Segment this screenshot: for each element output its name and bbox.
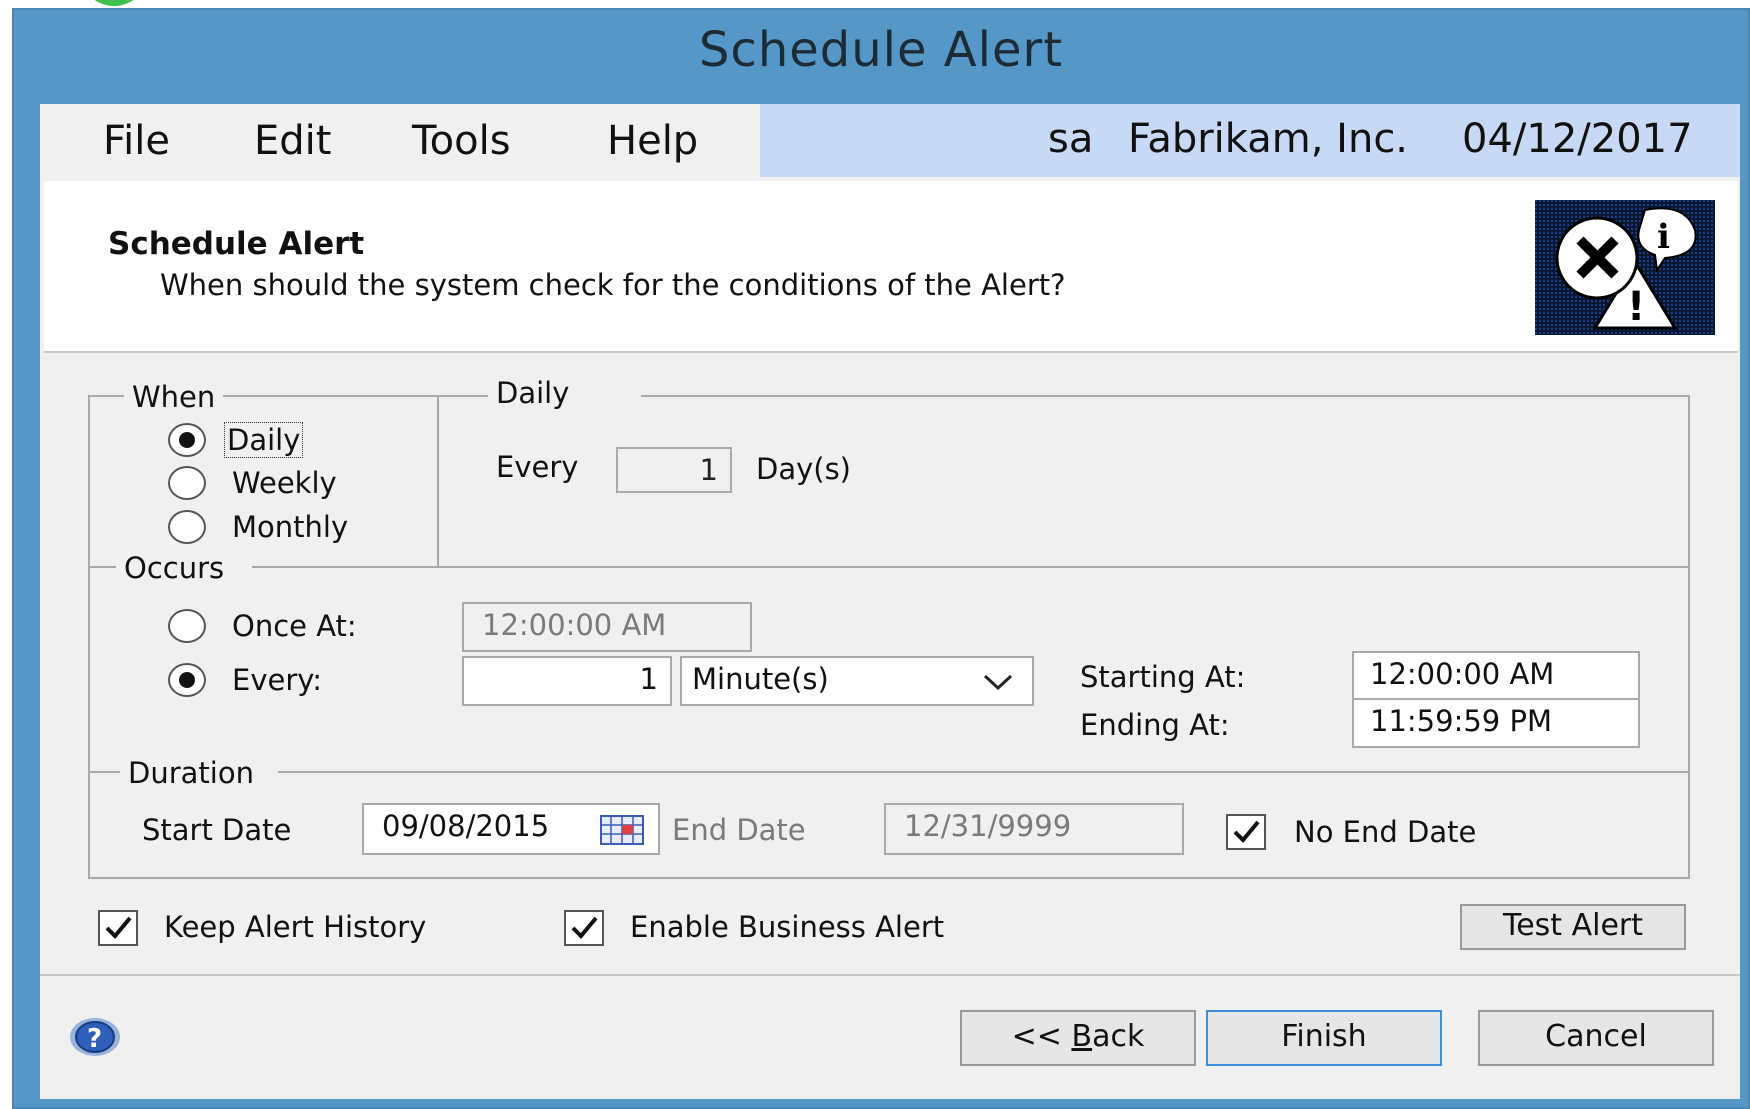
starting-at-field[interactable]: 12:00:00 AM <box>1352 651 1640 701</box>
status-user: sa <box>1048 116 1094 162</box>
svg-text:i: i <box>1657 217 1670 257</box>
once-at-time-field[interactable]: 12:00:00 AM <box>462 602 752 652</box>
occurs-divider <box>88 566 1690 568</box>
daily-every-field[interactable]: 1 <box>616 447 732 493</box>
starting-at-label: Starting At: <box>1080 660 1246 694</box>
start-date-label: Start Date <box>142 813 292 847</box>
back-button[interactable]: << Back <box>960 1010 1196 1066</box>
every-unit-select[interactable]: Minute(s) <box>680 656 1034 706</box>
duration-divider <box>88 771 1690 773</box>
monthly-radio[interactable] <box>168 510 206 544</box>
ending-at-field[interactable]: 11:59:59 PM <box>1352 698 1640 748</box>
every-radio[interactable] <box>168 663 206 697</box>
daily-every-label: Every <box>496 450 579 484</box>
daily-unit-label: Day(s) <box>756 452 852 486</box>
header-title: Schedule Alert <box>108 226 365 262</box>
alert-icon: i ! <box>1535 200 1715 335</box>
duration-legend: Duration <box>120 756 278 790</box>
footer-divider <box>40 974 1740 976</box>
enable-business-alert-checkbox[interactable] <box>564 910 604 946</box>
daily-legend: Daily <box>488 376 642 410</box>
keep-alert-history-checkbox[interactable] <box>98 910 138 946</box>
window-title: Schedule Alert <box>698 22 1064 78</box>
weekly-radio-label[interactable]: Weekly <box>232 466 337 500</box>
when-legend: When <box>124 380 224 414</box>
back-button-prefix: << <box>1011 1019 1072 1054</box>
menu-edit[interactable]: Edit <box>254 118 331 164</box>
once-at-label: Once At: <box>232 609 357 643</box>
occurs-legend: Occurs <box>116 551 253 585</box>
no-end-date-label[interactable]: No End Date <box>1294 815 1476 849</box>
weekly-radio[interactable] <box>168 466 206 500</box>
daily-radio-label[interactable]: Daily <box>224 422 304 458</box>
back-button-mnemonic: B <box>1071 1019 1093 1054</box>
every-unit-value: Minute(s) <box>692 662 829 696</box>
checkmark-icon <box>1233 820 1260 843</box>
when-divider <box>437 395 439 566</box>
daily-radio[interactable] <box>168 423 206 457</box>
test-alert-button[interactable]: Test Alert <box>1460 904 1686 950</box>
start-date-value: 09/08/2015 <box>382 809 550 843</box>
finish-button[interactable]: Finish <box>1206 1010 1442 1066</box>
checkmark-icon <box>105 916 132 939</box>
header-subtitle: When should the system check for the con… <box>160 268 1066 302</box>
green-badge-icon <box>80 0 148 6</box>
menu-help[interactable]: Help <box>607 118 698 164</box>
menu-tools[interactable]: Tools <box>412 118 511 164</box>
end-date-label: End Date <box>672 813 806 847</box>
every-interval-field[interactable]: 1 <box>462 656 672 706</box>
status-date: 04/12/2017 <box>1462 116 1693 162</box>
svg-text:?: ? <box>87 1024 102 1054</box>
monthly-radio-label[interactable]: Monthly <box>232 510 348 544</box>
status-company: Fabrikam, Inc. <box>1128 116 1409 162</box>
chevron-down-icon <box>983 674 1013 691</box>
help-icon[interactable]: ? <box>68 1016 122 1058</box>
keep-alert-history-label[interactable]: Keep Alert History <box>164 910 426 944</box>
cancel-button[interactable]: Cancel <box>1478 1010 1714 1066</box>
svg-text:!: ! <box>1627 284 1645 330</box>
checkmark-icon <box>571 916 598 939</box>
no-end-date-checkbox[interactable] <box>1226 814 1266 850</box>
ending-at-label: Ending At: <box>1080 708 1230 742</box>
enable-business-alert-label[interactable]: Enable Business Alert <box>630 910 944 944</box>
dialog-header <box>44 181 1738 353</box>
end-date-field[interactable]: 12/31/9999 <box>884 803 1184 855</box>
calendar-icon[interactable] <box>600 815 644 845</box>
start-date-field[interactable]: 09/08/2015 <box>362 803 660 855</box>
once-at-radio[interactable] <box>168 609 206 643</box>
back-button-rest: ack <box>1092 1019 1145 1054</box>
menu-file[interactable]: File <box>103 118 170 164</box>
every-label: Every: <box>232 663 323 697</box>
